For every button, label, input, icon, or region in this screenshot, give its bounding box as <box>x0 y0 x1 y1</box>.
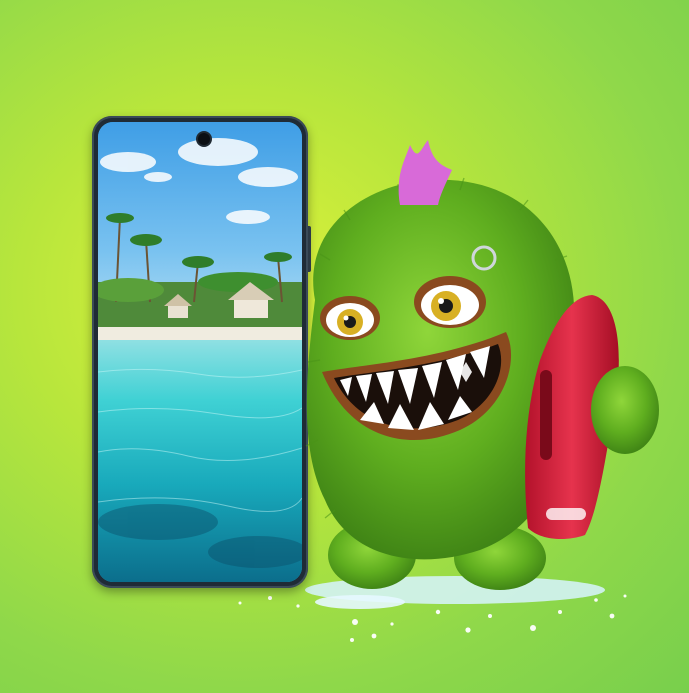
surfboard-grip <box>546 508 586 520</box>
monster-mascot <box>305 140 659 590</box>
surfboard-handle <box>540 370 552 460</box>
monster-right-eye <box>414 276 486 328</box>
monster-hand <box>591 366 659 454</box>
promo-scene <box>0 0 689 693</box>
monster-left-eye <box>320 296 380 340</box>
